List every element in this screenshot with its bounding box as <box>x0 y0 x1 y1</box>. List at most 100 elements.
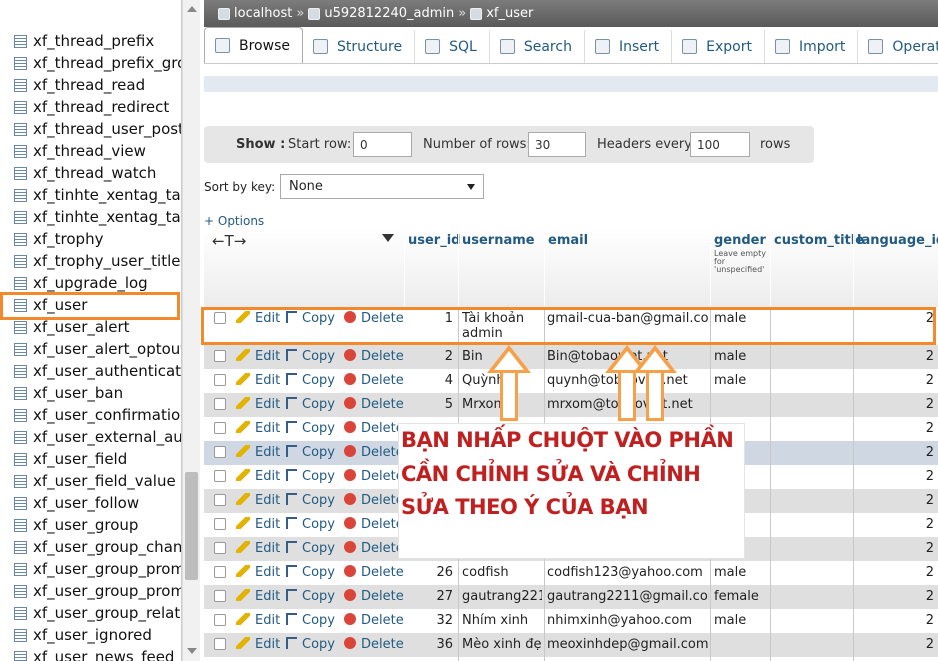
sidebar-item-xf-thread-prefix[interactable]: xf_thread_prefix <box>14 30 154 52</box>
table-row[interactable]: Edit Copy Delete 36 Mèo xinh đẹp meoxinhdep@g… <box>204 633 938 657</box>
sort-triangle-icon[interactable] <box>382 234 394 242</box>
row-checkbox[interactable] <box>214 422 226 434</box>
row-checkbox[interactable] <box>214 542 226 554</box>
delete-icon[interactable] <box>344 469 356 481</box>
action-label[interactable]: Edit <box>255 541 280 556</box>
cell-email[interactable]: codfish123@yahoo.com <box>547 565 709 580</box>
copy-icon[interactable] <box>286 637 297 649</box>
cell-language-id[interactable]: 2 <box>856 421 938 436</box>
delete-icon[interactable] <box>344 589 356 601</box>
action-label[interactable]: Edit <box>255 349 280 364</box>
action-label[interactable]: Delete <box>361 373 404 388</box>
action-label[interactable]: Edit <box>255 565 280 580</box>
sidebar-item-label[interactable]: xf_user_alert <box>33 318 130 336</box>
action-label[interactable]: Edit <box>255 613 280 628</box>
delete-icon[interactable] <box>344 517 356 529</box>
table-icon[interactable] <box>14 518 27 532</box>
edit-button[interactable]: Edit <box>236 637 280 652</box>
tab-search[interactable]: Search <box>490 30 585 63</box>
sidebar-item-label[interactable]: xf_trophy <box>33 230 103 248</box>
action-label[interactable]: Edit <box>255 469 280 484</box>
action-label[interactable]: Edit <box>255 517 280 532</box>
copy-icon[interactable] <box>286 397 297 409</box>
sidebar-item-xf-tinhte-xentag-tag[interactable]: xf_tinhte_xentag_tag <box>14 184 181 206</box>
cell-language-id[interactable]: 2 <box>856 613 938 628</box>
column-arrows-icon[interactable]: ←T→ <box>212 232 246 250</box>
copy-button[interactable]: Copy <box>286 397 335 412</box>
delete-icon[interactable] <box>344 613 356 625</box>
cell-email[interactable]: gautrang2211@gmail.com <box>547 589 709 604</box>
sidebar-item-xf-user-confirmation[interactable]: xf_user_confirmation <box>14 404 181 426</box>
sidebar-item-label[interactable]: xf_user_ban <box>33 384 123 402</box>
pencil-icon[interactable] <box>236 613 250 625</box>
table-icon[interactable] <box>14 650 27 661</box>
cell-user-id[interactable]: 27 <box>404 589 457 604</box>
num-rows-input[interactable] <box>528 132 586 157</box>
sidebar-item-xf-thread-watch[interactable]: xf_thread_watch <box>14 162 156 184</box>
tab-operations[interactable]: Operations <box>858 30 938 63</box>
table-icon[interactable] <box>14 122 27 136</box>
cell-email[interactable]: nhimxinh@yahoo.com <box>547 613 709 628</box>
tab-sql[interactable]: SQL <box>415 30 490 63</box>
pencil-icon[interactable] <box>236 469 250 481</box>
sidebar-item-xf-trophy[interactable]: xf_trophy <box>14 228 103 250</box>
row-checkbox[interactable] <box>214 614 226 626</box>
table-row[interactable]: Edit Copy Delete 26 codfish codfish123@yahoo.… <box>204 561 938 585</box>
row-checkbox[interactable] <box>214 590 226 602</box>
sidebar-item-xf-user-field[interactable]: xf_user_field <box>14 448 127 470</box>
action-label[interactable]: Copy <box>302 541 335 556</box>
sidebar-item-xf-thread-view[interactable]: xf_thread_view <box>14 140 146 162</box>
column-header-user-id[interactable]: user_id <box>404 231 460 307</box>
sidebar-item-label[interactable]: xf_user_confirmation <box>33 406 181 424</box>
table-icon[interactable] <box>14 232 27 246</box>
table-icon[interactable] <box>14 342 27 356</box>
sidebar-item-label[interactable]: xf_user_alert_optout <box>33 340 181 358</box>
cell-user-id[interactable]: 36 <box>404 637 457 652</box>
column-header-language-id[interactable]: language_id <box>853 231 938 307</box>
sidebar-item-label[interactable]: xf_user_news_feed <box>33 648 174 661</box>
action-label[interactable]: Copy <box>302 421 335 436</box>
sidebar-item-label[interactable]: xf_user_external_aut <box>33 428 181 446</box>
action-label[interactable]: Copy <box>302 373 335 388</box>
edit-button[interactable]: Edit <box>236 445 280 460</box>
table-icon[interactable] <box>14 430 27 444</box>
cell-user-id[interactable]: 5 <box>404 397 457 412</box>
sidebar-item-label[interactable]: xf_thread_prefix <box>33 32 154 50</box>
table-icon[interactable] <box>14 56 27 70</box>
copy-button[interactable]: Copy <box>286 541 335 556</box>
cell-email[interactable]: meoxinhdep@gmail.com <box>547 637 709 652</box>
column-header-gender[interactable]: gender Leave empty for 'unspecified' <box>710 231 770 307</box>
action-label[interactable]: Edit <box>255 397 280 412</box>
table-icon[interactable] <box>14 34 27 48</box>
copy-icon[interactable] <box>286 469 297 481</box>
sidebar-item-xf-user-ban[interactable]: xf_user_ban <box>14 382 123 404</box>
copy-button[interactable]: Copy <box>286 469 335 484</box>
sidebar-item-xf-user-group[interactable]: xf_user_group <box>14 514 138 536</box>
delete-button[interactable]: Delete <box>344 445 404 460</box>
copy-button[interactable]: Copy <box>286 493 335 508</box>
sidebar-item-label[interactable]: xf_user_group_chang <box>33 538 181 556</box>
copy-icon[interactable] <box>286 541 297 553</box>
sidebar-item-xf-user-ignored[interactable]: xf_user_ignored <box>14 624 152 646</box>
cell-language-id[interactable]: 2 <box>856 517 938 532</box>
table-icon[interactable] <box>14 210 27 224</box>
row-checkbox[interactable] <box>214 518 226 530</box>
delete-button[interactable]: Delete <box>344 589 404 604</box>
action-label[interactable]: Delete <box>361 349 404 364</box>
pencil-icon[interactable] <box>236 565 250 577</box>
copy-button[interactable]: Copy <box>286 445 335 460</box>
delete-button[interactable]: Delete <box>344 421 404 436</box>
delete-icon[interactable] <box>344 637 356 649</box>
tab-import[interactable]: Import <box>765 30 859 63</box>
action-label[interactable]: Delete <box>361 637 404 652</box>
table-icon[interactable] <box>14 562 27 576</box>
sidebar-scrollbar[interactable] <box>182 0 200 661</box>
sidebar-item-label[interactable]: xf_user_group <box>33 516 138 534</box>
edit-button[interactable]: Edit <box>236 373 280 388</box>
breadcrumb-database[interactable]: u592812240_admin <box>324 6 454 21</box>
action-label[interactable]: Copy <box>302 589 335 604</box>
delete-icon[interactable] <box>344 445 356 457</box>
sidebar-item-xf-thread-user-post[interactable]: xf_thread_user_post <box>14 118 181 140</box>
sidebar-item-xf-user-authenticate[interactable]: xf_user_authenticate <box>14 360 181 382</box>
sidebar-item-label[interactable]: xf_user_field_value <box>33 472 176 490</box>
